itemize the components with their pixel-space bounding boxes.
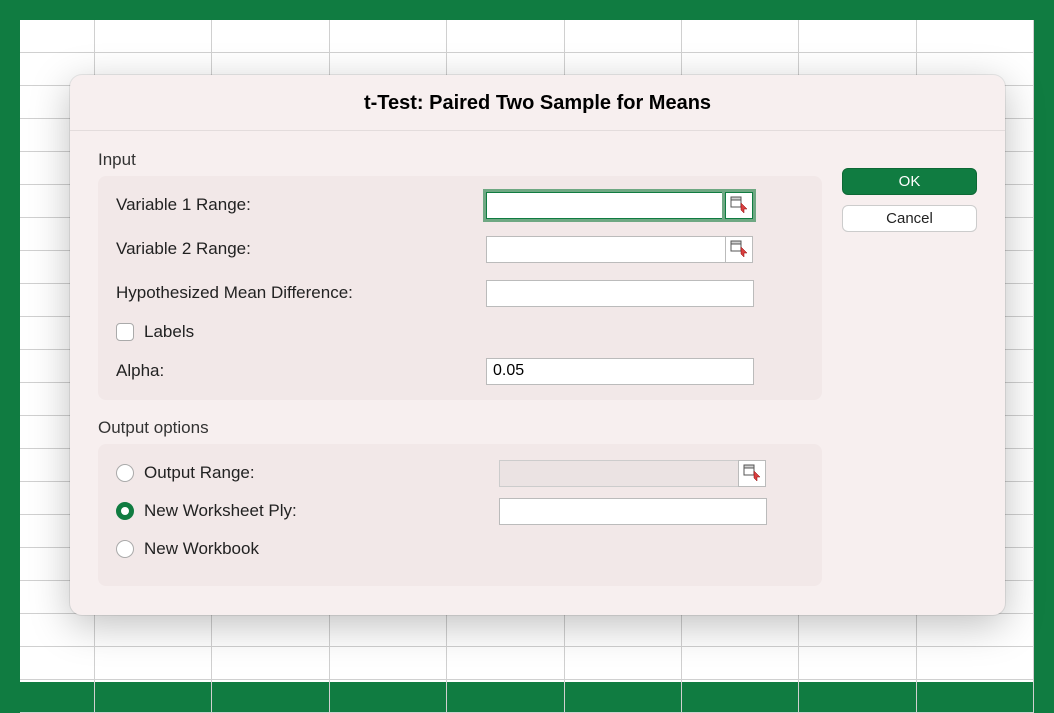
- spreadsheet-cell: [20, 647, 95, 680]
- spreadsheet-cell: [95, 20, 212, 53]
- output-range-input[interactable]: [499, 460, 739, 487]
- labels-checkbox[interactable]: [116, 323, 134, 341]
- spreadsheet-cell: [917, 614, 1034, 647]
- hyp-mean-diff-label: Hypothesized Mean Difference:: [116, 283, 486, 303]
- labels-checkbox-label: Labels: [144, 322, 194, 342]
- spreadsheet-cell: [917, 20, 1034, 53]
- var1-range-picker-icon[interactable]: [725, 192, 753, 219]
- spreadsheet-cell: [447, 20, 564, 53]
- var1-range-label: Variable 1 Range:: [116, 195, 486, 215]
- spreadsheet-cell: [95, 614, 212, 647]
- spreadsheet-cell: [565, 20, 682, 53]
- var1-range-input[interactable]: [486, 192, 726, 219]
- alpha-input[interactable]: [486, 358, 754, 385]
- ttest-dialog: t-Test: Paired Two Sample for Means Inpu…: [70, 75, 1005, 615]
- alpha-label: Alpha:: [116, 361, 486, 381]
- spreadsheet-cell: [565, 647, 682, 680]
- spreadsheet-cell: [682, 680, 799, 713]
- var2-range-label: Variable 2 Range:: [116, 239, 486, 259]
- spreadsheet-cell: [20, 614, 95, 647]
- cancel-button[interactable]: Cancel: [842, 205, 977, 232]
- spreadsheet-cell: [95, 680, 212, 713]
- spreadsheet-cell: [20, 20, 95, 53]
- spreadsheet-cell: [330, 680, 447, 713]
- input-section-heading: Input: [98, 150, 822, 170]
- output-range-picker-icon[interactable]: [738, 460, 766, 487]
- spreadsheet-cell: [682, 20, 799, 53]
- spreadsheet-cell: [682, 614, 799, 647]
- spreadsheet-cell: [917, 680, 1034, 713]
- var2-range-picker-icon[interactable]: [725, 236, 753, 263]
- spreadsheet-cell: [917, 647, 1034, 680]
- var2-range-input[interactable]: [486, 236, 726, 263]
- spreadsheet-cell: [212, 20, 329, 53]
- new-worksheet-radio[interactable]: [116, 502, 134, 520]
- spreadsheet-cell: [447, 647, 564, 680]
- spreadsheet-cell: [330, 614, 447, 647]
- output-range-label: Output Range:: [144, 463, 489, 483]
- output-panel: Output Range:: [98, 444, 822, 586]
- spreadsheet-cell: [212, 614, 329, 647]
- spreadsheet-cell: [799, 680, 916, 713]
- spreadsheet-cell: [565, 614, 682, 647]
- new-workbook-radio[interactable]: [116, 540, 134, 558]
- new-worksheet-input[interactable]: [499, 498, 767, 525]
- spreadsheet-cell: [799, 647, 916, 680]
- spreadsheet-cell: [95, 647, 212, 680]
- new-workbook-label: New Workbook: [144, 539, 484, 559]
- spreadsheet-cell: [212, 680, 329, 713]
- spreadsheet-cell: [20, 680, 95, 713]
- spreadsheet-cell: [447, 680, 564, 713]
- spreadsheet-cell: [799, 614, 916, 647]
- spreadsheet-cell: [682, 647, 799, 680]
- spreadsheet-cell: [330, 20, 447, 53]
- spreadsheet-cell: [330, 647, 447, 680]
- spreadsheet-cell: [799, 20, 916, 53]
- input-panel: Variable 1 Range: Var: [98, 176, 822, 400]
- dialog-title: t-Test: Paired Two Sample for Means: [70, 75, 1005, 131]
- ok-button[interactable]: OK: [842, 168, 977, 195]
- spreadsheet-cell: [212, 647, 329, 680]
- output-range-radio[interactable]: [116, 464, 134, 482]
- hyp-mean-diff-input[interactable]: [486, 280, 754, 307]
- output-section-heading: Output options: [98, 418, 822, 438]
- spreadsheet-cell: [565, 680, 682, 713]
- new-worksheet-label: New Worksheet Ply:: [144, 501, 489, 521]
- spreadsheet-cell: [447, 614, 564, 647]
